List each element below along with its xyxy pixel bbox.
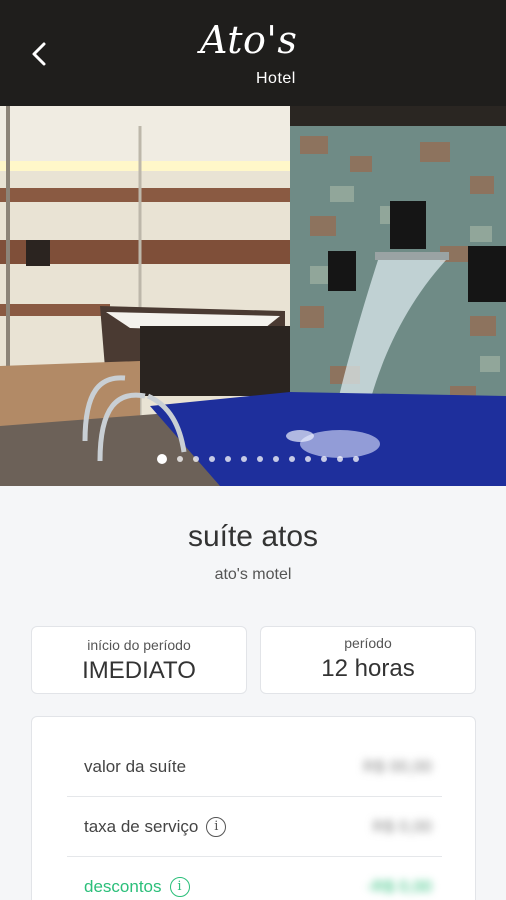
suite-price-label-text: valor da suíte <box>84 756 187 776</box>
period-duration-label: período <box>344 635 392 651</box>
chevron-left-icon <box>32 42 46 66</box>
gallery-dot[interactable] <box>289 456 295 462</box>
gallery-dot[interactable] <box>157 454 167 464</box>
gallery-dot[interactable] <box>337 456 343 462</box>
back-button[interactable] <box>26 36 58 72</box>
gallery-dot[interactable] <box>305 456 311 462</box>
hotel-logo: Ato's Hotel <box>200 18 320 90</box>
hotel-name: ato's motel <box>214 566 292 583</box>
gallery-dot[interactable] <box>225 456 231 462</box>
discount-row: descontos i -R$ 0,00 <box>67 857 442 900</box>
gallery-dot[interactable] <box>209 456 215 462</box>
suite-price-label: valor da suíte <box>67 757 186 777</box>
discount-label-text: descontos <box>84 877 162 896</box>
gallery-dot[interactable] <box>273 456 279 462</box>
period-start-value: IMEDIATO <box>82 657 196 684</box>
period-duration-box[interactable]: período 12 horas <box>260 626 476 694</box>
app-header: Ato's Hotel <box>0 0 506 106</box>
gallery-pagination <box>0 452 506 466</box>
price-summary-card: valor da suíte R$ 00,00 taxa de serviço … <box>31 716 476 900</box>
logo-script: Ato's <box>200 18 298 62</box>
gallery-dot[interactable] <box>257 456 263 462</box>
suite-photo-illustration <box>0 106 506 486</box>
suite-title: suíte atos <box>187 520 319 553</box>
gallery-dot[interactable] <box>321 456 327 462</box>
service-fee-label-text: taxa de serviço <box>84 816 199 836</box>
gallery-dot[interactable] <box>241 456 247 462</box>
suite-price-row: valor da suíte R$ 00,00 <box>67 737 442 797</box>
info-icon[interactable]: i <box>206 816 227 837</box>
discount-label: descontos i <box>67 877 190 897</box>
info-icon[interactable]: i <box>169 877 190 897</box>
period-start-box[interactable]: início do período IMEDIATO <box>31 626 247 694</box>
period-duration-value: 12 horas <box>321 655 415 682</box>
gallery-dot[interactable] <box>177 456 183 462</box>
service-fee-row: taxa de serviço i R$ 0,00 <box>67 797 442 857</box>
logo-subtitle: Hotel <box>256 70 296 87</box>
discount-value: -R$ 0,00 <box>366 877 432 896</box>
gallery-dot[interactable] <box>353 456 359 462</box>
suite-photo[interactable] <box>0 106 506 486</box>
service-fee-value: R$ 0,00 <box>372 816 432 836</box>
suite-price-value: R$ 00,00 <box>363 756 432 776</box>
gallery-dot[interactable] <box>193 456 199 462</box>
period-start-label: início do período <box>87 637 191 653</box>
service-fee-label: taxa de serviço i <box>67 816 227 837</box>
